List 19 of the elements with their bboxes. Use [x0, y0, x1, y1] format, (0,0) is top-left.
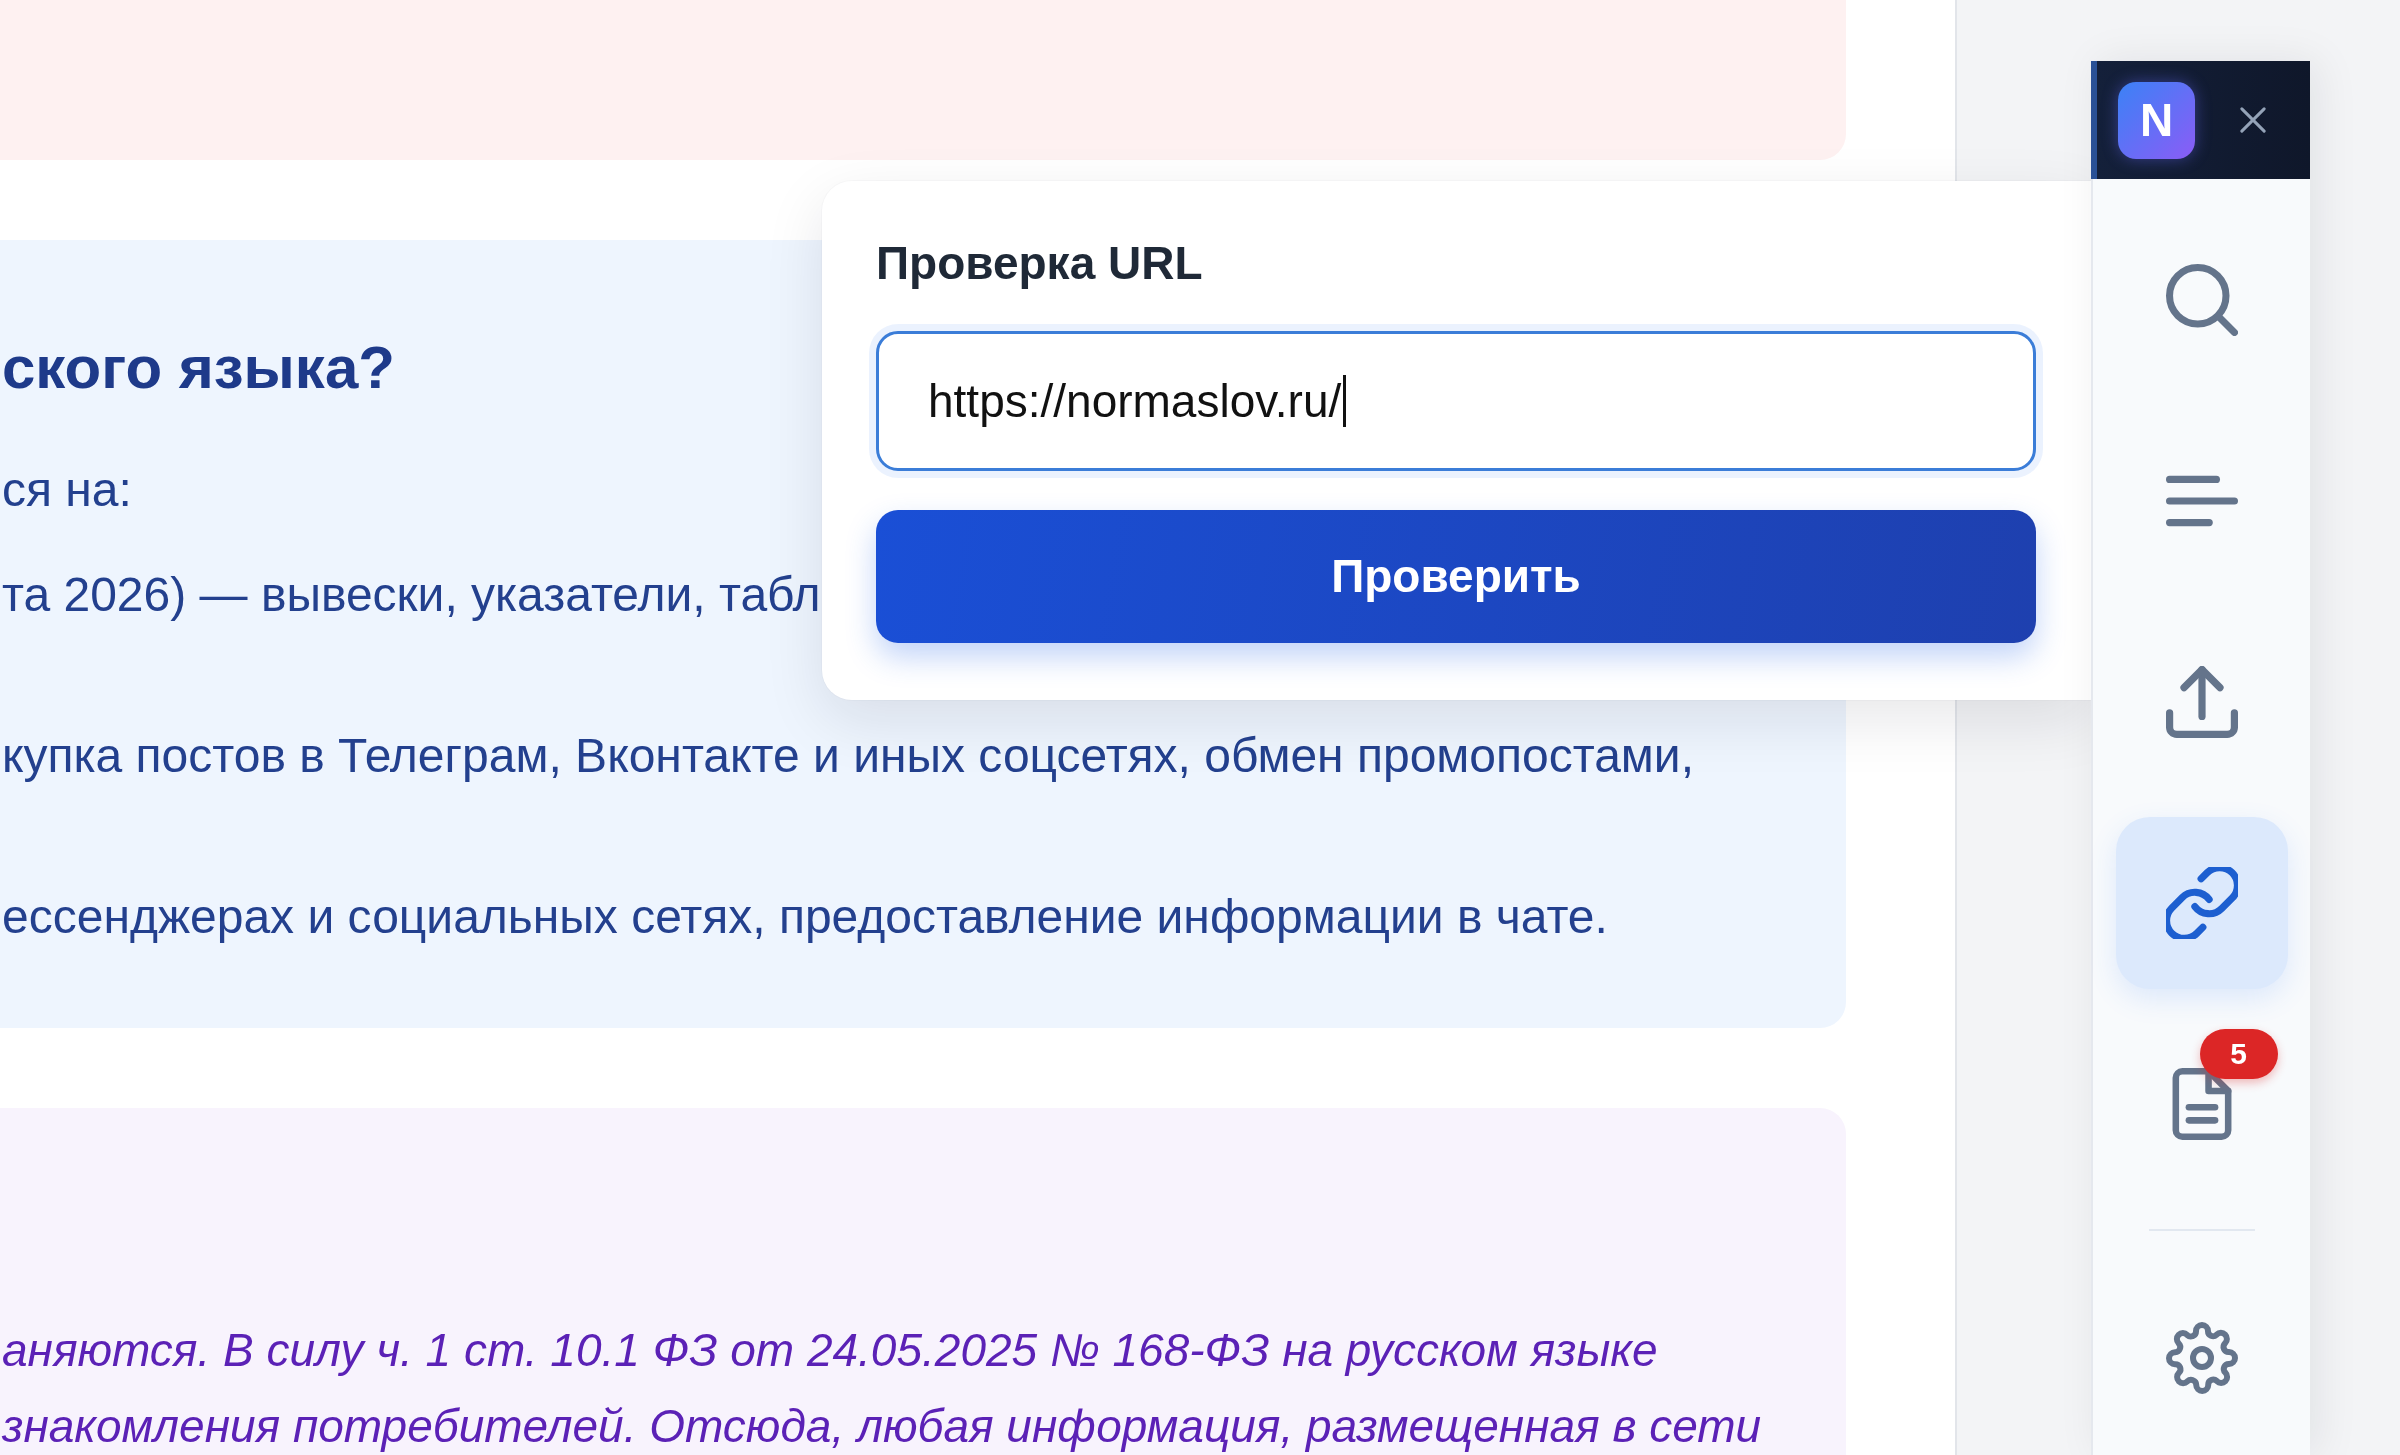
url-input-field[interactable]: https://normaslov.ru/ — [876, 331, 2036, 471]
paragraph-text: ся на: — [2, 462, 132, 518]
upload-icon — [2165, 666, 2238, 738]
close-icon[interactable] — [2240, 107, 2266, 133]
link-icon — [2165, 867, 2238, 939]
gear-icon — [2165, 1322, 2238, 1394]
notification-count: 5 — [2199, 1029, 2278, 1079]
popup-title: Проверка URL — [876, 237, 1203, 290]
check-button[interactable]: Проверить — [876, 510, 2036, 643]
section-heading: ского языка? — [2, 335, 395, 400]
document-button[interactable]: 5 — [2115, 1018, 2288, 1190]
list-item-text: купка постов в Телеграм, Вконтакте и иных соцсетях, обмен промопостами, — [2, 728, 1694, 784]
note-text: аняются. В силу ч. 1 ст. 10.1 ФЗ от 24.05.2025 № 168-ФЗ на русском языке — [2, 1323, 1658, 1378]
app-logo[interactable]: N — [2118, 81, 2195, 159]
list-item-text: та 2026) — вывески, указатели, табл — [2, 567, 821, 623]
list-item-text: ессенджерах и социальных сетях, предоставление информации в чате. — [2, 889, 1608, 945]
link-button[interactable] — [2115, 817, 2288, 989]
note-text: знакомления потребителей. Отсюда, любая информация, размещенная в сети — [2, 1399, 1762, 1454]
search-icon — [2165, 264, 2238, 336]
